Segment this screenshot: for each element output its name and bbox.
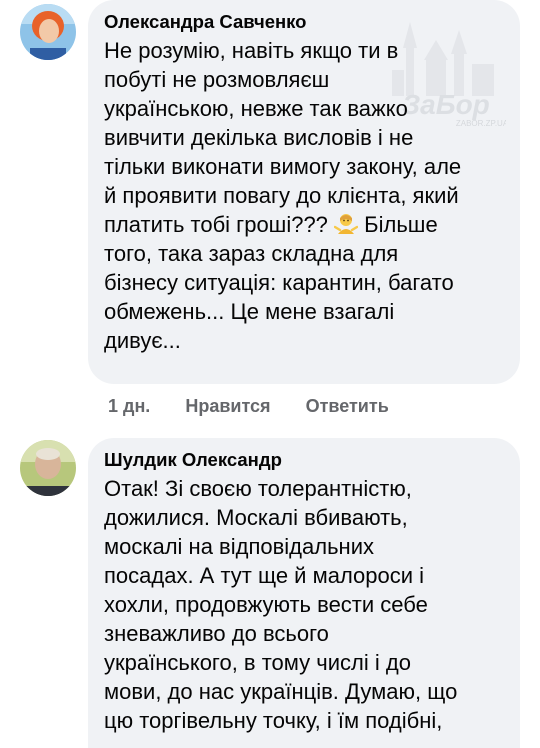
shrug-emoji-icon: [334, 214, 359, 234]
comment-line: посадах. А тут ще й малороси і: [104, 563, 425, 588]
comment-line: побуті не розмовляєш: [104, 67, 330, 92]
comment-line-head: платить тобі гроші???: [104, 212, 328, 237]
comment-line: й проявити повагу до клієнта, який: [104, 183, 459, 208]
comment-line: хохли, продовжують вести себе: [104, 592, 428, 617]
comment-line: дожилися. Москалі вбивають,: [104, 505, 408, 530]
comment-bubble: ЗаБор ZABOR.ZP.UA Олександра Савченко Не…: [88, 0, 520, 384]
comment-line: Не розумію, навіть якщо ти в: [104, 38, 399, 63]
comment-line: цю торгівельну точку, і їм подібні,: [104, 708, 443, 733]
comment-text: Не розумію, навіть якщо ти в побуті не р…: [104, 36, 504, 355]
avatar[interactable]: [20, 440, 76, 496]
comment-line: українського, в тому числі і до: [104, 650, 411, 675]
avatar[interactable]: [20, 4, 76, 60]
comment-line: тільки виконати вимогу закону, але: [104, 154, 462, 179]
like-button[interactable]: Нравится: [185, 396, 270, 417]
comment-bubble: Шулдик Олександр Отак! Зі своєю толерант…: [88, 438, 520, 748]
avatar-photo: [20, 440, 76, 496]
comment-author[interactable]: Шулдик Олександр: [104, 448, 504, 472]
comment-actions: 1 дн. Нравится Ответить: [108, 396, 389, 417]
comments-feed: ЗаБор ZABOR.ZP.UA Олександра Савченко Не…: [0, 0, 540, 748]
comment-line: мови, до нас українців. Думаю, що: [104, 679, 458, 704]
comment-line: бізнесу ситуація: карантин, багато: [104, 270, 454, 295]
comment-author[interactable]: Олександра Савченко: [104, 10, 504, 34]
comment-line: Отак! Зі своєю толерантністю,: [104, 476, 412, 501]
comment-line: українською, невже так важко: [104, 96, 408, 121]
comment-timestamp[interactable]: 1 дн.: [108, 396, 150, 417]
comment-line: вивчити декілька висловів і не: [104, 125, 414, 150]
comment-line: дивує...: [104, 328, 181, 353]
reply-button[interactable]: Ответить: [306, 396, 389, 417]
comment-line: того, така зараз складна для: [104, 241, 399, 266]
comment-text: Отак! Зі своєю толерантністю, дожилися. …: [104, 474, 504, 735]
comment-line-with-emoji: платить тобі гроші??? Більше: [104, 210, 504, 239]
comment-line-tail: Більше: [364, 212, 438, 237]
comment-line: обмежень... Це мене взагалі: [104, 299, 395, 324]
comment-line: зневажливо до всього: [104, 621, 329, 646]
comment-line: москалі на відповідальних: [104, 534, 374, 559]
avatar-photo: [20, 4, 76, 60]
